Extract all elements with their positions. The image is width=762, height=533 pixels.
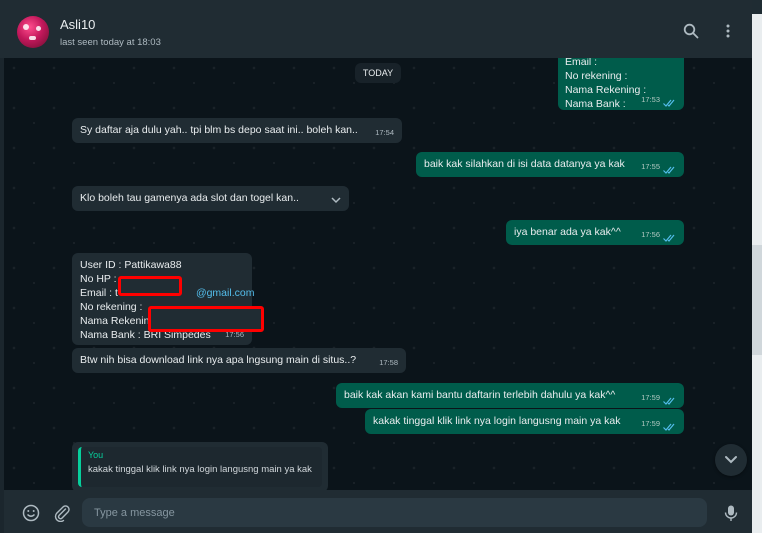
- scroll-to-bottom-button[interactable]: [715, 444, 747, 476]
- search-icon[interactable]: [683, 23, 699, 39]
- message-text: Klo boleh tau gamenya ada slot dan togel…: [80, 192, 299, 204]
- last-seen-status: last seen today at 18:03: [60, 37, 161, 48]
- quoted-reply-bubble[interactable]: You kakak tinggal klik link nya login la…: [72, 442, 328, 490]
- message-bubble-incoming[interactable]: Sy daftar aja dulu yah.. tpi blm bs depo…: [72, 118, 402, 143]
- message-time: 17:59: [641, 419, 660, 428]
- message-time: 17:59: [641, 393, 660, 402]
- chat-panel[interactable]: TODAY Email : No rekening : Nama Rekenin…: [4, 58, 752, 490]
- contact-name[interactable]: Asli10: [60, 17, 95, 32]
- message-text: kakak tinggal klik link nya login langus…: [373, 415, 621, 427]
- message-bubble-incoming[interactable]: Btw nih bisa download link nya apa lngsu…: [72, 348, 406, 373]
- message-line: No rekening :: [565, 70, 628, 82]
- attach-icon[interactable]: [53, 504, 71, 522]
- chevron-down-icon[interactable]: [331, 196, 341, 204]
- message-bubble-outgoing[interactable]: Email : No rekening : Nama Rekening : Na…: [558, 58, 684, 110]
- quote-text: kakak tinggal klik link nya login langus…: [88, 464, 312, 475]
- email-link[interactable]: @gmail.com: [196, 287, 255, 299]
- message-line: Nama Bank :: [565, 98, 626, 110]
- chevron-down-icon: [725, 456, 737, 464]
- menu-icon[interactable]: [720, 23, 736, 39]
- read-ticks-icon: [663, 99, 675, 107]
- message-bubble-outgoing[interactable]: kakak tinggal klik link nya login langus…: [365, 409, 684, 434]
- emoji-icon[interactable]: [22, 504, 40, 522]
- message-bubble-incoming[interactable]: Klo boleh tau gamenya ada slot dan togel…: [72, 186, 349, 211]
- chat-header[interactable]: Asli10 last seen today at 18:03: [0, 0, 752, 58]
- redaction-mark: [148, 306, 264, 332]
- message-time: 17:56: [641, 230, 660, 239]
- message-time: 17:53: [641, 95, 660, 104]
- window-edge: [0, 58, 4, 533]
- message-bubble-outgoing[interactable]: iya benar ada ya kak^^ 17:56: [506, 220, 684, 245]
- message-bubble-outgoing[interactable]: baik kak silahkan di isi data datanya ya…: [416, 152, 684, 177]
- message-time: 17:58: [379, 358, 398, 367]
- mic-icon[interactable]: [722, 504, 740, 522]
- read-ticks-icon: [663, 234, 675, 242]
- message-text: iya benar ada ya kak^^: [514, 226, 621, 238]
- message-input[interactable]: [82, 498, 707, 527]
- read-ticks-icon: [663, 423, 675, 431]
- whatsapp-window: Asli10 last seen today at 18:03 TODAY Em…: [0, 0, 752, 533]
- date-chip: TODAY: [355, 63, 401, 83]
- message-text: Btw nih bisa download link nya apa lngsu…: [80, 354, 357, 366]
- message-bubble-outgoing[interactable]: baik kak akan kami bantu daftarin terleb…: [336, 383, 684, 408]
- message-time: 17:54: [375, 128, 394, 137]
- message-time: 17:55: [641, 162, 660, 171]
- read-ticks-icon: [663, 166, 675, 174]
- message-text: baik kak silahkan di isi data datanya ya…: [424, 158, 625, 170]
- background-window-edge: [752, 0, 762, 533]
- read-ticks-icon: [663, 397, 675, 405]
- form-user-id: User ID : Pattikawa88: [80, 259, 182, 271]
- message-text: baik kak akan kami bantu daftarin terleb…: [344, 389, 616, 401]
- message-line: Nama Rekening :: [565, 84, 647, 96]
- message-line: Email :: [565, 58, 598, 68]
- avatar[interactable]: [17, 16, 49, 48]
- redaction-mark: [118, 276, 182, 296]
- quoted-message[interactable]: You kakak tinggal klik link nya login la…: [78, 447, 322, 487]
- composer-bar: [0, 490, 752, 533]
- message-text: Sy daftar aja dulu yah.. tpi blm bs depo…: [80, 124, 358, 136]
- quote-author: You: [88, 450, 104, 460]
